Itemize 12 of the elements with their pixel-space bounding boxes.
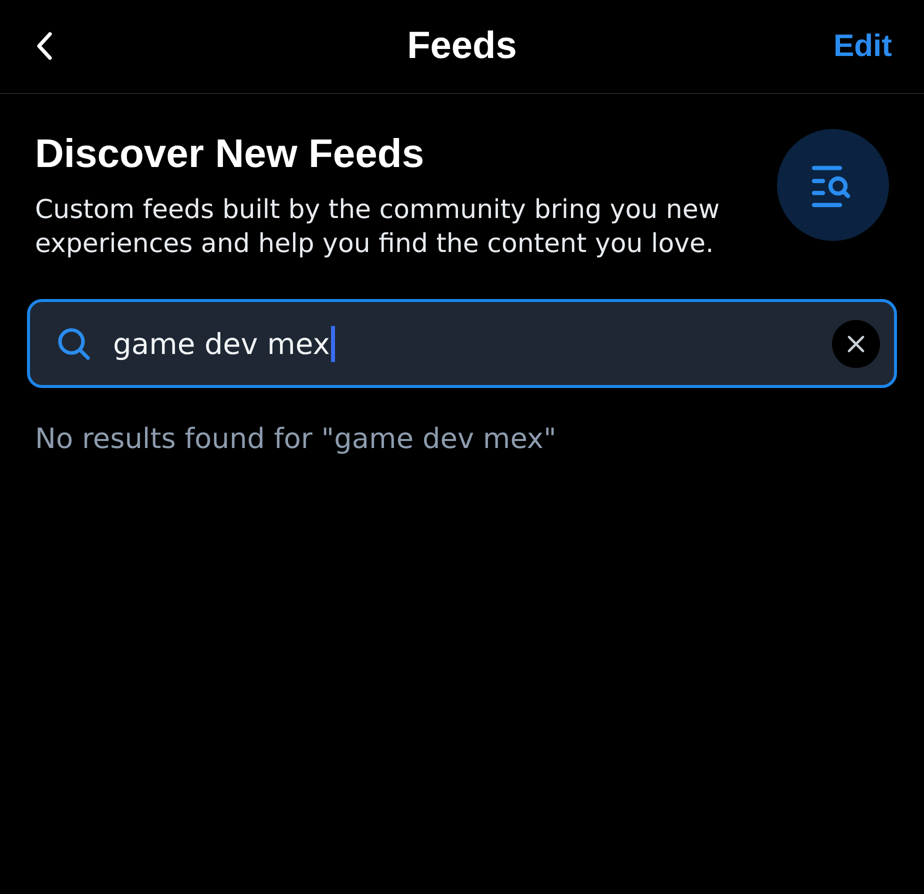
clear-search-button[interactable] — [832, 320, 880, 368]
text-caret — [330, 326, 335, 362]
close-icon — [847, 334, 865, 352]
back-chevron-icon — [36, 32, 52, 60]
search-field[interactable]: game dev mex — [27, 299, 897, 388]
page-title: Feeds — [407, 25, 517, 68]
list-search-icon — [777, 129, 889, 241]
discover-heading: Discover New Feeds — [35, 131, 426, 178]
edit-button[interactable]: Edit — [833, 28, 892, 64]
no-results-message: No results found for "game dev mex" — [35, 422, 558, 455]
discover-description: Custom feeds built by the community bring you new experiences and help you find the content you love. — [35, 194, 721, 261]
search-icon — [57, 326, 91, 360]
